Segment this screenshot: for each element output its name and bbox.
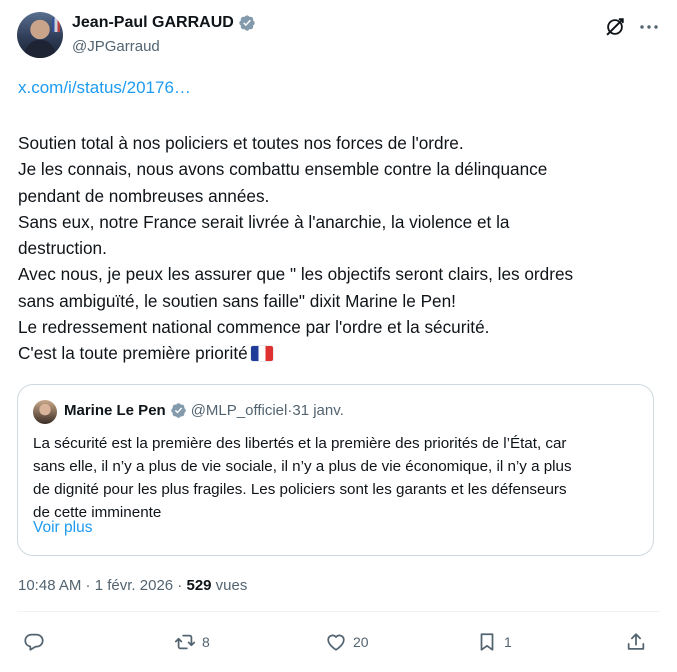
avatar-flag-detail	[52, 18, 60, 32]
quoted-display-name: Marine Le Pen	[64, 402, 166, 419]
quoted-tweet-card[interactable]: Marine Le Pen @MLP_officiel · 31 janv. L…	[17, 384, 654, 556]
avatar-suit-detail	[25, 40, 55, 58]
tweet-time[interactable]: 10:48 AM	[18, 577, 81, 594]
quoted-author-avatar	[33, 400, 57, 424]
more-icon[interactable]	[637, 15, 661, 39]
body-line: Je les connais, nous avons combattu ense…	[18, 159, 548, 180]
flag-fr-emoji	[250, 346, 273, 362]
like-icon	[327, 634, 345, 651]
quoted-line: sans elle, il n’y a plus de vie sociale,…	[33, 458, 572, 475]
quoted-line: de cette imminente	[33, 504, 162, 521]
like-button[interactable]: 20	[325, 631, 369, 653]
bookmark-count: 1	[504, 634, 512, 650]
views-count: 529	[186, 577, 212, 594]
author-handle[interactable]: @JPGarraud	[72, 38, 160, 55]
share-button[interactable]	[625, 631, 647, 653]
quoted-date: 31 janv.	[292, 402, 344, 419]
tweet-meta: 10:48 AM · 1 févr. 2026 · 529 vues	[18, 577, 247, 594]
tweet-body: Soutien total à nos policiers et toutes …	[18, 130, 658, 367]
quoted-line: de dignité pour les plus fragiles. Les p…	[33, 481, 567, 498]
author-avatar[interactable]	[17, 12, 63, 58]
like-count: 20	[353, 634, 369, 650]
body-line-last: C'est la toute première priorité	[18, 340, 658, 366]
bookmark-button[interactable]: 1	[476, 631, 512, 653]
show-more-link[interactable]: Voir plus	[33, 519, 92, 537]
views-label: vues	[211, 577, 248, 594]
repost-count: 8	[202, 634, 210, 650]
body-line: Avec nous, je peux les assurer que " les…	[18, 264, 574, 285]
quoted-text: La sécurité est la première des libertés…	[33, 432, 645, 524]
body-line-text: C'est la toute première priorité	[18, 343, 248, 364]
verified-badge-icon	[170, 403, 186, 418]
repost-button[interactable]: 8	[174, 631, 210, 653]
author-name-row: Jean-Paul GARRAUD	[72, 14, 256, 32]
meta-separator: ·	[173, 577, 187, 594]
reply-button[interactable]	[23, 631, 51, 653]
divider	[17, 611, 660, 612]
quoted-handle: @MLP_officiel	[190, 402, 288, 419]
body-line: pendant de nombreuses années.	[18, 185, 270, 206]
tweet: Jean-Paul GARRAUD @JPGarraud x.com/i/sta…	[0, 0, 677, 672]
tweet-date[interactable]: 1 févr. 2026	[95, 577, 173, 594]
repost-icon	[174, 634, 196, 650]
quoted-line: La sécurité est la première des libertés…	[33, 435, 567, 452]
status-link[interactable]: x.com/i/status/20176…	[18, 78, 191, 98]
reply-icon	[24, 633, 44, 651]
verified-badge-icon	[239, 15, 255, 31]
body-line: Sans eux, notre France serait livrée à l…	[18, 211, 510, 232]
meta-separator: ·	[81, 577, 95, 594]
grok-icon[interactable]	[604, 16, 626, 38]
share-icon	[627, 633, 645, 650]
quoted-header: Marine Le Pen @MLP_officiel · 31 janv.	[64, 402, 344, 419]
body-line: destruction.	[18, 238, 107, 259]
body-line: sans ambiguïté, le soutien sans faille" …	[18, 290, 456, 311]
author-display-name[interactable]: Jean-Paul GARRAUD	[72, 14, 234, 32]
body-line: Le redressement national commence par l'…	[18, 317, 490, 338]
body-line: Soutien total à nos policiers et toutes …	[18, 133, 464, 153]
bookmark-icon	[480, 633, 494, 651]
